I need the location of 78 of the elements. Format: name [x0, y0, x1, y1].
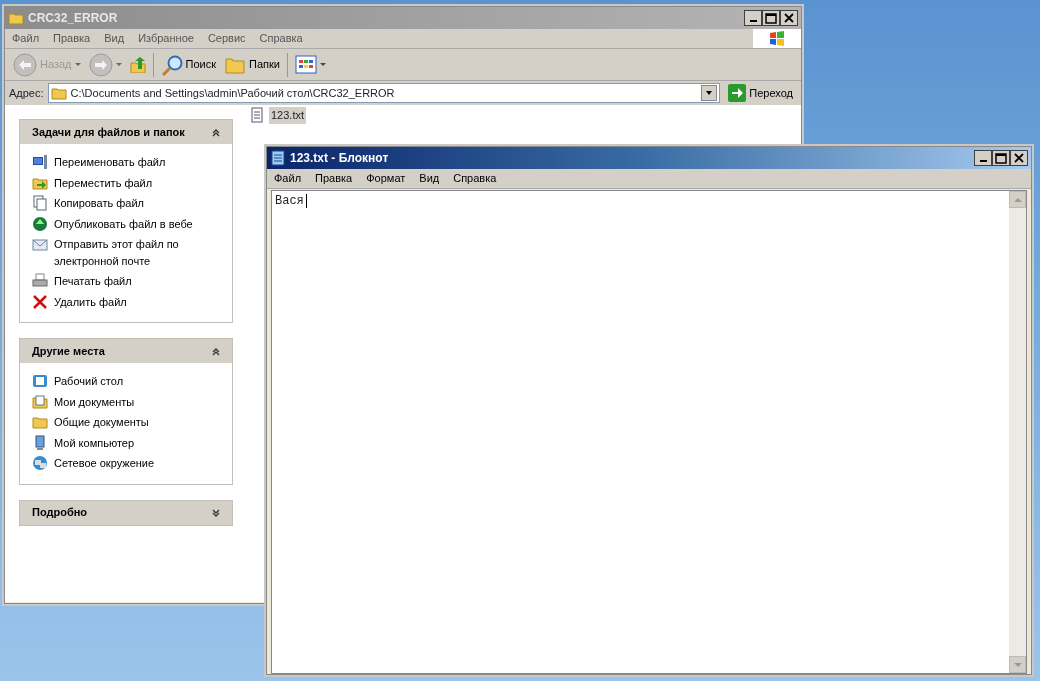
- panel-title: Задачи для файлов и папок: [32, 124, 185, 140]
- menu-item[interactable]: Правка: [308, 170, 360, 187]
- menu-item[interactable]: Сервис: [200, 30, 253, 47]
- minimize-button[interactable]: [744, 10, 762, 26]
- monitor-icon: [32, 154, 48, 170]
- views-icon: [294, 53, 317, 76]
- text-editor[interactable]: Вася: [273, 194, 307, 208]
- notepad-icon: [270, 150, 286, 166]
- task-link[interactable]: Отправить этот файл по электронной почте: [32, 234, 222, 271]
- dropdown-arrow-icon: [115, 63, 122, 66]
- globe-icon: [32, 215, 48, 232]
- address-field[interactable]: C:\Documents and Settings\admin\Рабочий стол\CRC32_ERROR: [47, 83, 721, 103]
- maximize-button[interactable]: [762, 10, 780, 26]
- scroll-up-icon: [1013, 196, 1022, 203]
- collapse-chevron-icon: [212, 127, 220, 137]
- printer-icon: [32, 273, 48, 289]
- menu-item[interactable]: Избранное: [131, 30, 201, 47]
- menu-item[interactable]: Файл: [267, 170, 309, 187]
- close-button[interactable]: [780, 10, 798, 26]
- folders-button[interactable]: Папки: [220, 51, 284, 78]
- maximize-icon: [764, 12, 778, 24]
- maximize-icon: [994, 152, 1008, 164]
- file-name[interactable]: 123.txt: [269, 107, 307, 124]
- computer-icon: [32, 434, 48, 451]
- minimize-icon: [979, 160, 987, 162]
- maximize-button[interactable]: [992, 150, 1010, 166]
- task-link[interactable]: Общие документы: [32, 412, 222, 433]
- task-link[interactable]: Мои документы: [32, 391, 222, 412]
- task-link[interactable]: Переименовать файл: [32, 152, 222, 173]
- close-icon: [782, 12, 796, 24]
- window-title: 123.txt - Блокнот: [290, 150, 389, 167]
- menu-item[interactable]: Справка: [446, 170, 504, 187]
- document-icon: [32, 195, 48, 211]
- windows-logo-icon: [769, 30, 785, 47]
- menu-item[interactable]: Формат: [359, 170, 413, 187]
- window-title: CRC32_ERROR: [28, 10, 118, 27]
- menu-item[interactable]: Вид: [97, 30, 132, 47]
- scrollbar[interactable]: [1009, 191, 1026, 673]
- panel-header[interactable]: Задачи для файлов и папок: [20, 120, 232, 144]
- task-link[interactable]: Рабочий стол: [32, 371, 222, 392]
- menu-item[interactable]: Файл: [5, 30, 47, 47]
- task-link[interactable]: Переместить файл: [32, 172, 222, 193]
- task-link[interactable]: Сетевое окружение: [32, 453, 222, 474]
- menu-item[interactable]: Справка: [252, 30, 310, 47]
- folder-icon: [32, 414, 48, 430]
- collapse-chevron-icon: [212, 346, 220, 356]
- task-link[interactable]: Копировать файл: [32, 193, 222, 214]
- delete-icon: [32, 293, 48, 310]
- envelope-icon: [32, 236, 48, 252]
- panel-header[interactable]: Другие места: [20, 339, 232, 363]
- scroll-down-icon: [1013, 661, 1022, 668]
- folder-document-icon: [32, 393, 48, 410]
- task-link[interactable]: Опубликовать файл в вебе: [32, 213, 222, 234]
- search-icon: [160, 53, 183, 76]
- dropdown-arrow-icon: [74, 63, 81, 66]
- panel-title: Другие места: [32, 343, 105, 359]
- panel-title: Подробно: [32, 505, 88, 521]
- search-button[interactable]: Поиск: [156, 51, 220, 78]
- folder-up-icon: [129, 56, 146, 73]
- address-label: Адрес:: [9, 85, 44, 101]
- folder-icon: [50, 85, 67, 101]
- menu-item[interactable]: Правка: [46, 30, 98, 47]
- network-icon: [32, 455, 48, 471]
- go-button[interactable]: Переход: [724, 82, 797, 104]
- task-link[interactable]: Удалить файл: [32, 291, 222, 312]
- desktop-icon: [32, 373, 48, 389]
- close-button[interactable]: [1010, 150, 1028, 166]
- task-link[interactable]: Печатать файл: [32, 271, 222, 292]
- task-link[interactable]: Мой компьютер: [32, 432, 222, 453]
- folder-icon: [8, 10, 24, 26]
- dropdown-arrow-icon: [705, 89, 714, 97]
- menu-item[interactable]: Вид: [412, 170, 447, 187]
- close-icon: [1012, 152, 1026, 164]
- minimize-icon: [749, 20, 757, 22]
- panel-header[interactable]: Подробно: [20, 500, 232, 525]
- dropdown-arrow-icon: [319, 63, 326, 66]
- expand-chevron-icon: [212, 508, 220, 517]
- minimize-button[interactable]: [974, 150, 992, 166]
